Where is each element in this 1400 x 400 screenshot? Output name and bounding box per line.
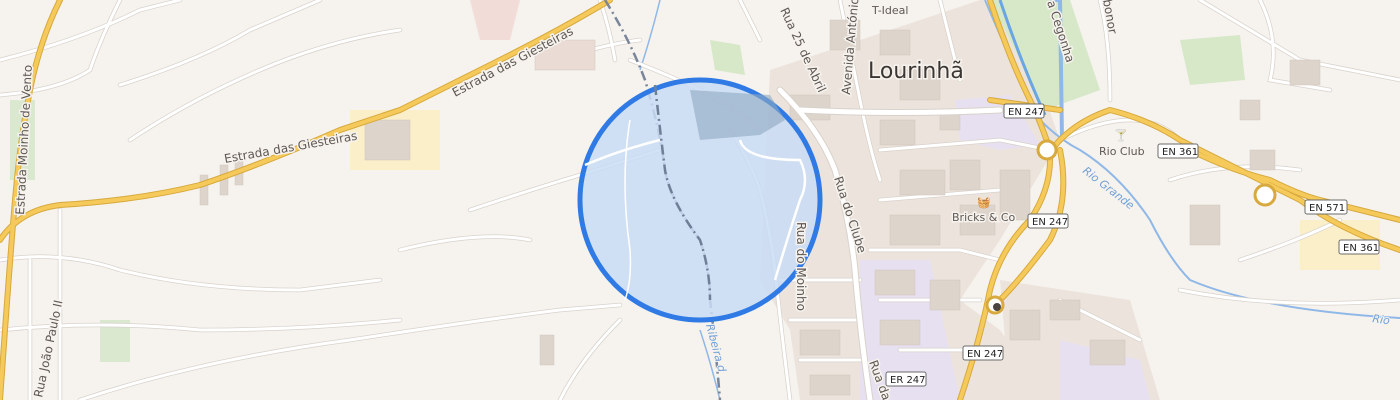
stream [639,0,661,71]
svg-text:EN 361: EN 361 [1343,243,1379,254]
commercial-area [470,0,520,40]
svg-text:EN 247: EN 247 [1032,217,1068,228]
poi-shop[interactable] [993,303,1001,311]
svg-text:ER 247: ER 247 [890,375,926,386]
road-shield: EN 247 [1003,103,1045,119]
road-shield: EN 571 [1304,199,1348,215]
road-shield: ER 247 [885,371,927,387]
highlight-radius[interactable] [577,77,823,323]
roundabout [1253,183,1277,207]
poi-label: Rio Club [1099,145,1145,158]
svg-text:EN 247: EN 247 [1008,107,1044,118]
svg-text:EN 247: EN 247 [967,349,1003,360]
road-shield: EN 361 [1157,143,1199,159]
street-label: Rua do Moinho [794,222,808,311]
shop-basket-icon: 🧺 [977,196,991,209]
road-shield: EN 361 [1338,239,1380,255]
shop-icon [993,303,1001,311]
poi-rio-club[interactable]: 🍸 Rio Club [1098,128,1147,160]
park-area [710,40,745,75]
map-canvas[interactable]: Lourinhã Estrada das Giesteiras Estrada … [0,0,1400,400]
roundabout [1036,139,1058,161]
park-area [1180,35,1245,85]
map-view[interactable]: Lourinhã Estrada das Giesteiras Estrada … [0,0,1400,400]
road-shield: EN 247 [1027,213,1069,229]
town-label: Lourinhã [868,59,964,84]
svg-text:EN 361: EN 361 [1162,147,1198,158]
svg-text:EN 571: EN 571 [1309,203,1345,214]
road-shield: EN 247 [962,345,1004,361]
river-label: Rio [1372,312,1391,327]
poi-label: Bricks & Co [952,211,1016,224]
street-label: Estrada das Giesteiras [223,129,358,166]
cocktail-icon: 🍸 [1114,128,1128,142]
place-label: T-Ideal [871,4,908,17]
river-label: Ribeira d [703,322,729,374]
